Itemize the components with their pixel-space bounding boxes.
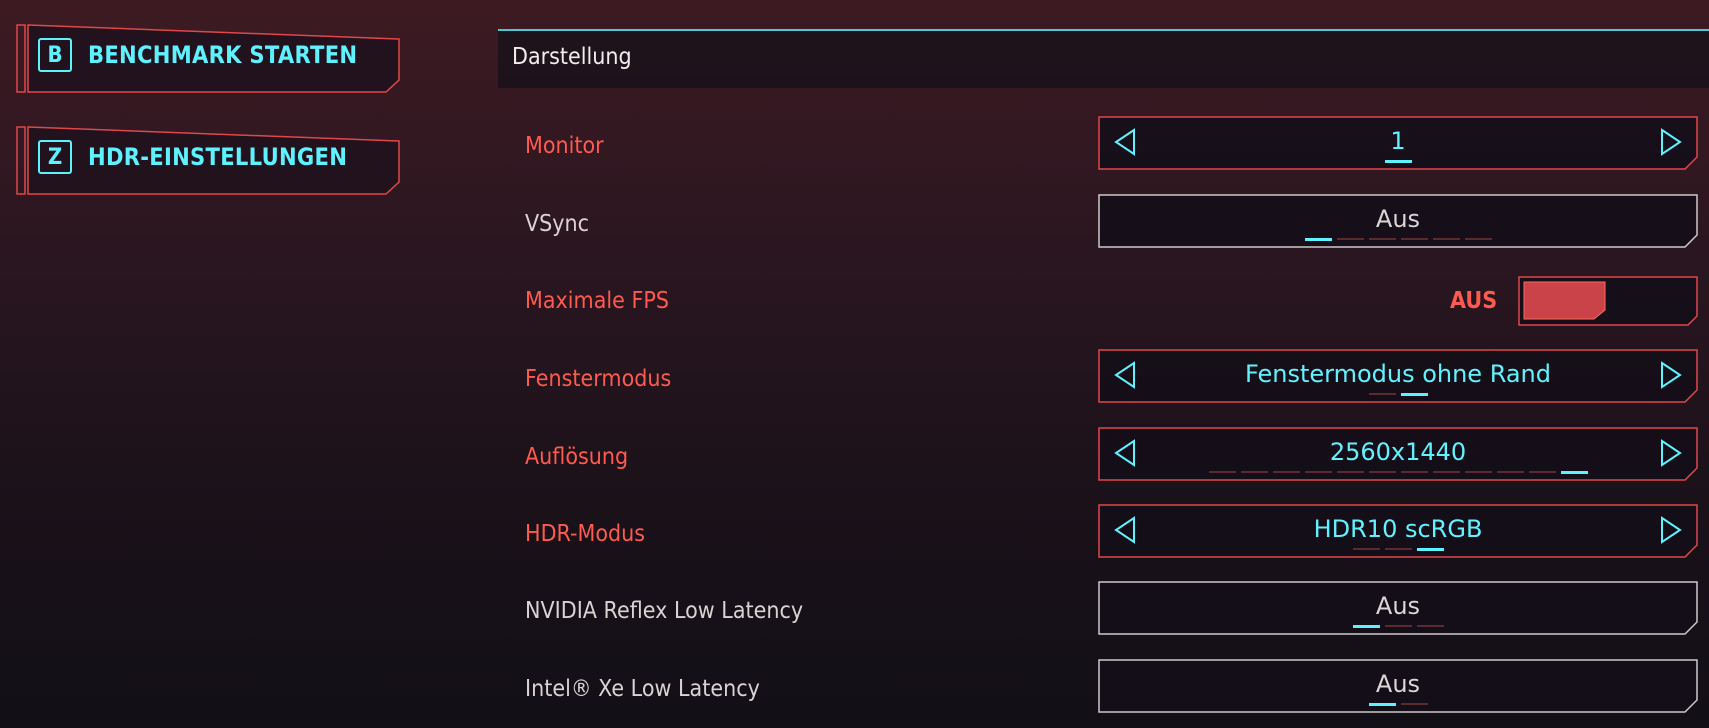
setting-row-xell: Intel® Xe Low Latency Aus: [498, 659, 1709, 719]
section-header: Darstellung: [498, 29, 1709, 88]
max-fps-toggle[interactable]: [1518, 276, 1698, 326]
resolution-label: Auflösung: [525, 444, 629, 470]
xell-value: Aus: [1375, 670, 1421, 698]
arrow-right-icon[interactable]: [1656, 128, 1684, 156]
option-indicator: [1528, 471, 1556, 473]
setting-row-hdr-mode: HDR-Modus HDR10 scRGB: [498, 504, 1709, 564]
xell-selector[interactable]: Aus: [1098, 659, 1698, 713]
arrow-right-icon[interactable]: [1656, 516, 1684, 544]
vsync-label: VSync: [525, 211, 590, 237]
hdr-mode-value: HDR10 scRGB: [1313, 515, 1483, 543]
arrow-right-icon[interactable]: [1656, 439, 1684, 467]
option-indicator: [1304, 471, 1332, 473]
option-indicator: [1368, 471, 1396, 473]
hdr-mode-selector[interactable]: HDR10 scRGB: [1098, 504, 1698, 558]
option-indicator: [1384, 548, 1412, 550]
option-indicator: [1496, 471, 1524, 473]
benchmark-label: BENCHMARK STARTEN: [88, 41, 358, 69]
option-indicator: [1400, 471, 1428, 473]
reflex-selector[interactable]: Aus: [1098, 581, 1698, 635]
resolution-value: 2560x1440: [1329, 438, 1467, 466]
option-indicator: [1352, 625, 1380, 628]
option-indicator: [1400, 238, 1428, 240]
hdr-settings-label: HDR-EINSTELLUNGEN: [88, 143, 348, 171]
max-fps-state: AUS: [1450, 288, 1498, 314]
monitor-selector[interactable]: 1: [1098, 116, 1698, 170]
option-indicators: [1098, 625, 1698, 628]
resolution-selector[interactable]: 2560x1440: [1098, 427, 1698, 481]
option-indicator: [1432, 471, 1460, 473]
option-indicator: [1368, 703, 1396, 706]
option-indicator: [1368, 238, 1396, 240]
vsync-value: Aus: [1375, 205, 1421, 233]
vsync-selector[interactable]: Aus: [1098, 194, 1698, 248]
monitor-value: 1: [1390, 127, 1406, 155]
option-indicator: [1432, 238, 1460, 240]
hdr-settings-button[interactable]: Z HDR-EINSTELLUNGEN: [16, 126, 400, 195]
benchmark-button[interactable]: B BENCHMARK STARTEN: [16, 24, 400, 93]
window-mode-value: Fenstermodus ohne Rand: [1244, 360, 1552, 388]
window-mode-label: Fenstermodus: [525, 366, 672, 392]
option-indicators: [1098, 471, 1698, 474]
setting-row-monitor: Monitor 1: [498, 116, 1709, 176]
option-indicators: [1098, 393, 1698, 396]
setting-row-reflex: NVIDIA Reflex Low Latency Aus: [498, 581, 1709, 641]
option-indicator: [1352, 548, 1380, 550]
option-indicator: [1416, 548, 1444, 551]
option-indicator: [1384, 625, 1412, 627]
option-indicator: [1240, 471, 1268, 473]
window-mode-selector[interactable]: Fenstermodus ohne Rand: [1098, 349, 1698, 403]
setting-row-resolution: Auflösung 2560x1440: [498, 427, 1709, 487]
setting-row-window-mode: Fenstermodus Fenstermodus ohne Rand: [498, 349, 1709, 409]
hdr-mode-label: HDR-Modus: [525, 521, 646, 547]
option-indicator: [1208, 471, 1236, 473]
section-title: Darstellung: [512, 44, 632, 70]
monitor-label: Monitor: [525, 133, 604, 159]
setting-row-max-fps: Maximale FPS AUS: [498, 271, 1709, 331]
max-fps-label: Maximale FPS: [525, 288, 669, 314]
option-indicator: [1400, 703, 1428, 705]
option-indicator: [1272, 471, 1300, 473]
option-indicator: [1464, 238, 1492, 240]
option-indicator: [1464, 471, 1492, 473]
option-indicator: [1560, 471, 1588, 474]
option-indicator: [1384, 160, 1412, 163]
option-indicators: [1098, 703, 1698, 706]
option-indicator: [1336, 238, 1364, 240]
arrow-right-icon[interactable]: [1656, 361, 1684, 389]
setting-row-vsync: VSync Aus: [498, 194, 1709, 254]
key-b-icon: B: [38, 38, 72, 72]
option-indicators: [1098, 548, 1698, 551]
option-indicator: [1304, 238, 1332, 241]
option-indicators: [1098, 238, 1698, 241]
option-indicator: [1368, 393, 1396, 395]
reflex-label: NVIDIA Reflex Low Latency: [525, 598, 804, 624]
reflex-value: Aus: [1375, 592, 1421, 620]
section-divider: [498, 29, 1709, 31]
option-indicator: [1416, 625, 1444, 627]
option-indicators: [1098, 160, 1698, 163]
option-indicator: [1400, 393, 1428, 396]
option-indicator: [1336, 471, 1364, 473]
xell-label: Intel® Xe Low Latency: [525, 676, 760, 702]
key-z-icon: Z: [38, 140, 72, 174]
